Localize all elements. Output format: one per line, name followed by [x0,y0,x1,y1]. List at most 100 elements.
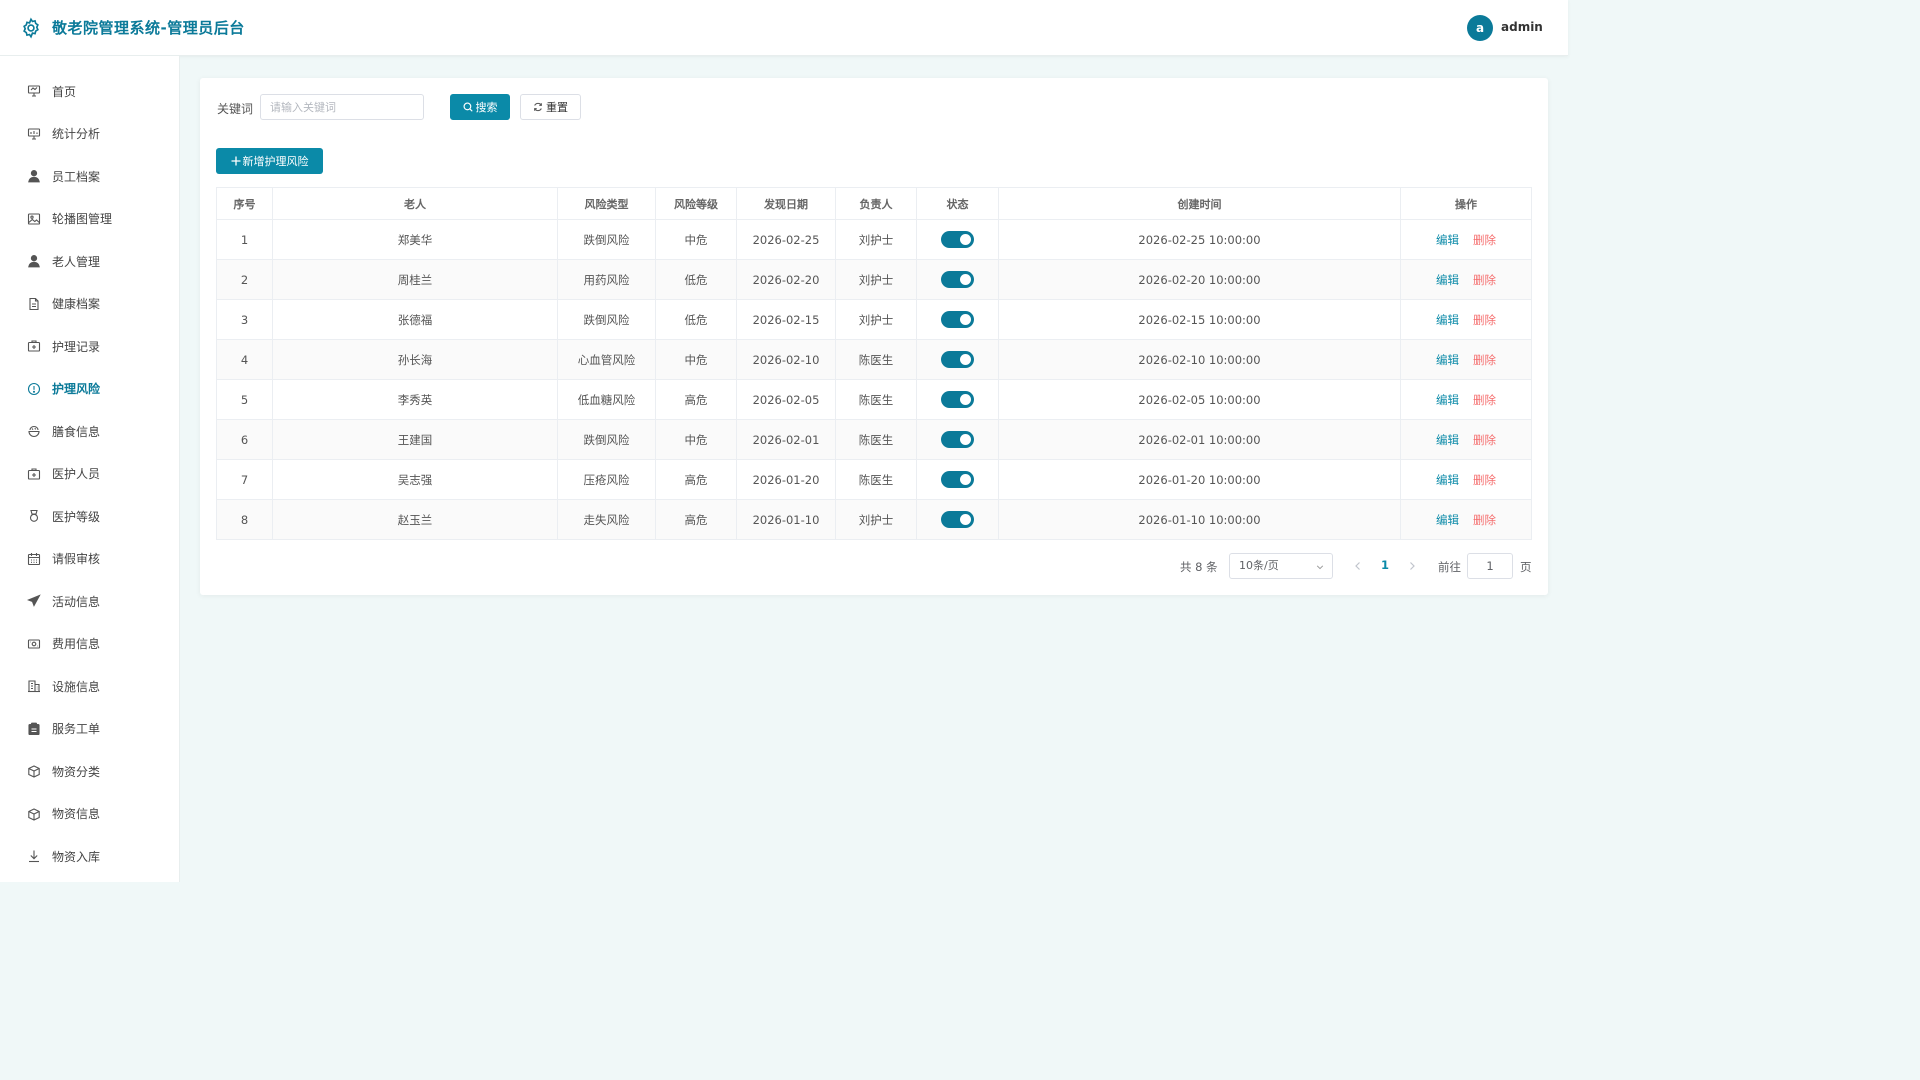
page-size-value: 10条/页 [1239,559,1279,572]
toggle-knob [960,474,971,485]
cell-type: 跌倒风险 [557,219,656,260]
goto-label: 前往 [1438,560,1461,574]
delete-link[interactable]: 删除 [1473,433,1496,447]
status-toggle[interactable] [941,391,974,408]
sidebar-item-3[interactable]: 员工档案 [0,155,180,197]
cell-elder: 王建国 [272,419,558,460]
edit-link[interactable]: 编辑 [1436,433,1459,447]
delete-link[interactable]: 删除 [1473,313,1496,327]
reset-button[interactable]: 重置 [520,94,581,120]
column-header: 状态 [916,187,999,220]
sidebar-item-2[interactable]: 统计分析 [0,113,180,155]
cell-created: 2026-02-15 10:00:00 [998,299,1401,340]
sidebar-item-label: 首页 [52,84,77,99]
sidebar-item-label: 医护人员 [52,467,101,481]
sidebar-item-label: 员工档案 [52,169,101,184]
sidebar-item-18[interactable]: 物资信息 [0,793,180,835]
sidebar-item-7[interactable]: 护理记录 [0,325,180,367]
delete-link[interactable]: 删除 [1473,353,1496,367]
sidebar-item-label: 医护等级 [52,509,101,524]
cell-date: 2026-02-15 [736,299,836,340]
gear-icon[interactable] [20,17,42,39]
page-number-current[interactable]: 1 [1381,558,1389,572]
cell-no: 7 [216,459,273,500]
goto-page-input[interactable] [1467,553,1513,579]
sidebar-item-19[interactable]: 物资入库 [0,835,180,877]
sidebar-item-16[interactable]: 服务工单 [0,708,180,750]
sidebar-item-label: 护理记录 [52,339,101,354]
sidebar-item-10[interactable]: 医护人员 [0,453,180,495]
cell-owner: 刘护士 [835,259,917,300]
status-toggle[interactable] [941,431,974,448]
delete-link[interactable]: 删除 [1473,233,1496,247]
username[interactable]: admin [1501,20,1543,34]
status-toggle[interactable] [941,351,974,368]
sidebar-item-label: 请假审核 [52,552,101,566]
cell-owner: 刘护士 [835,499,917,540]
status-toggle[interactable] [941,311,974,328]
toggle-knob [960,234,971,245]
edit-link[interactable]: 编辑 [1436,393,1459,407]
download-icon [29,850,39,863]
edit-link[interactable]: 编辑 [1436,353,1459,367]
cell-status [916,499,999,540]
sidebar-item-14[interactable]: 费用信息 [0,623,180,665]
cell-status [916,339,999,380]
delete-link[interactable]: 删除 [1473,273,1496,287]
keyword-label: 关键词 [217,102,254,116]
sidebar-item-13[interactable]: 活动信息 [0,580,180,622]
keyword-input[interactable] [260,94,424,120]
avatar[interactable]: a [1467,15,1493,41]
cell-owner: 陈医生 [835,419,917,460]
search-button-label: 搜索 [475,101,498,114]
edit-link[interactable]: 编辑 [1436,233,1459,247]
delete-link[interactable]: 删除 [1473,473,1496,487]
sidebar-item-17[interactable]: 物资分类 [0,750,180,792]
edit-link[interactable]: 编辑 [1436,313,1459,327]
table-row: 2 周桂兰 用药风险 低危 2026-02-20 刘护士 2026-02-20 10:00:… [216,259,1532,300]
column-header: 操作 [1400,187,1532,220]
cell-created: 2026-02-05 10:00:00 [998,379,1401,420]
sidebar-item-1[interactable]: 首页 [0,70,180,112]
add-risk-button[interactable]: 新增护理风险 [216,148,323,174]
edit-link[interactable]: 编辑 [1436,273,1459,287]
cell-no: 6 [216,419,273,460]
clipboard-icon [28,722,40,735]
status-toggle[interactable] [941,271,974,288]
cell-elder: 周桂兰 [272,259,558,300]
cell-level: 中危 [655,419,737,460]
cell-no: 1 [216,219,273,260]
box-icon [28,765,40,778]
cell-created: 2026-02-10 10:00:00 [998,339,1401,380]
sidebar-item-15[interactable]: 设施信息 [0,665,180,707]
page-size-select[interactable]: 10条/页 [1229,553,1333,579]
status-toggle[interactable] [941,511,974,528]
cell-no: 2 [216,259,273,300]
sidebar-item-4[interactable]: 轮播图管理 [0,198,180,240]
chevron-left-icon[interactable] [1353,561,1363,571]
sidebar-item-6[interactable]: 健康档案 [0,283,180,325]
sidebar-item-9[interactable]: 膳食信息 [0,410,180,452]
toggle-knob [960,274,971,285]
cell-type: 跌倒风险 [557,299,656,340]
chevron-right-icon[interactable] [1407,561,1417,571]
search-button[interactable]: 搜索 [450,94,510,120]
sidebar-item-label: 膳食信息 [52,424,101,439]
edit-link[interactable]: 编辑 [1436,473,1459,487]
box-icon [28,807,40,821]
sidebar-item-12[interactable]: 请假审核 [0,538,180,580]
cell-actions: 编辑 删除 [1400,339,1532,380]
sidebar-item-label: 统计分析 [52,127,101,141]
status-toggle[interactable] [941,471,974,488]
sidebar-item-11[interactable]: 医护等级 [0,495,180,537]
status-toggle[interactable] [941,231,974,248]
paper-plane-icon [27,594,41,607]
sidebar-item-8[interactable]: 护理风险 [0,368,180,410]
edit-link[interactable]: 编辑 [1436,513,1459,527]
search-icon [463,102,473,112]
cell-owner: 陈医生 [835,339,917,380]
delete-link[interactable]: 删除 [1473,393,1496,407]
cell-actions: 编辑 删除 [1400,379,1532,420]
delete-link[interactable]: 删除 [1473,513,1496,527]
sidebar-item-5[interactable]: 老人管理 [0,240,180,282]
